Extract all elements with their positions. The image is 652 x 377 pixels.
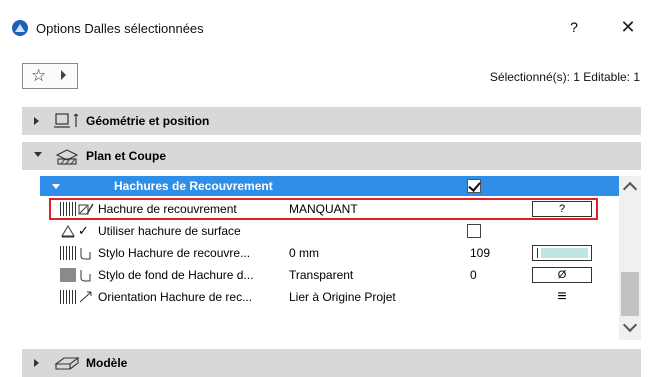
orientation-icon [79, 291, 92, 303]
section-geometry-position[interactable]: Géométrie et position [22, 107, 641, 135]
orientation-menu-icon[interactable]: ≡ [532, 289, 592, 305]
highlight-box [49, 198, 598, 220]
table-row[interactable]: Orientation Hachure de rec... Lier à Ori… [40, 286, 619, 308]
row-value: Transparent [289, 268, 354, 282]
section-label: Géométrie et position [86, 114, 210, 128]
section-plan-coupe[interactable]: Plan et Coupe [22, 142, 641, 170]
archicad-icon [12, 20, 28, 36]
subsection-checkbox[interactable] [467, 179, 481, 193]
surface-fill-icon [61, 225, 75, 238]
row-value: 0 mm [289, 246, 319, 260]
triangle-right-icon [61, 70, 66, 80]
row-name: Stylo de fond de Hachure d... [98, 268, 254, 282]
scroll-up-icon[interactable] [622, 181, 638, 197]
settings-panel: Hachures de Recouvrement Hachure de reco… [40, 176, 641, 340]
table-row[interactable]: ✓ Utiliser hachure de surface [40, 220, 619, 242]
pen-icon [80, 270, 91, 282]
favorites-button[interactable]: ☆ [22, 63, 78, 89]
section-label: Plan et Coupe [86, 149, 167, 163]
background-pen-picker[interactable]: Ø [532, 267, 592, 283]
expand-arrow-icon [34, 359, 39, 367]
subsection-label: Hachures de Recouvrement [114, 179, 273, 193]
row-name: Orientation Hachure de rec... [98, 290, 253, 304]
geometry-icon [54, 113, 79, 128]
table-row[interactable]: Stylo de fond de Hachure d... Transparen… [40, 264, 619, 286]
pen-number: 0 [470, 268, 477, 282]
pen-icon [80, 248, 91, 260]
collapse-arrow-icon [34, 152, 42, 157]
help-button[interactable]: ? [564, 17, 584, 37]
checkmark-icon: ✓ [78, 223, 89, 238]
model-icon [54, 357, 80, 370]
pen-color-picker[interactable] [532, 245, 592, 261]
row-name: Utiliser hachure de surface [98, 224, 241, 238]
selection-info: Sélectionné(s): 1 Editable: 1 [489, 70, 640, 84]
pen-number: 109 [470, 246, 491, 260]
section-label: Modèle [86, 356, 128, 370]
scroll-down-icon[interactable] [622, 317, 638, 333]
scroll-thumb[interactable] [621, 272, 639, 316]
row-value: Lier à Origine Projet [289, 290, 396, 304]
subsection-header[interactable]: Hachures de Recouvrement [40, 176, 619, 196]
collapse-arrow-icon [52, 184, 60, 189]
table-row[interactable]: Stylo Hachure de recouvre... 0 mm 109 [40, 242, 619, 264]
scrollbar[interactable] [619, 176, 641, 340]
background-fill-icon [60, 268, 76, 282]
plan-section-icon [55, 149, 79, 165]
star-icon: ☆ [31, 66, 47, 85]
title-bar: Options Dalles sélectionnées ? ✕ [0, 0, 652, 52]
use-surface-fill-checkbox[interactable] [467, 224, 481, 238]
hatch-pattern-icon [60, 290, 76, 304]
section-model[interactable]: Modèle [22, 349, 641, 377]
row-name: Stylo Hachure de recouvre... [98, 246, 251, 260]
hatch-pattern-icon [60, 246, 76, 260]
expand-arrow-icon [34, 117, 39, 125]
close-button[interactable]: ✕ [617, 16, 639, 38]
window-title: Options Dalles sélectionnées [36, 21, 204, 36]
